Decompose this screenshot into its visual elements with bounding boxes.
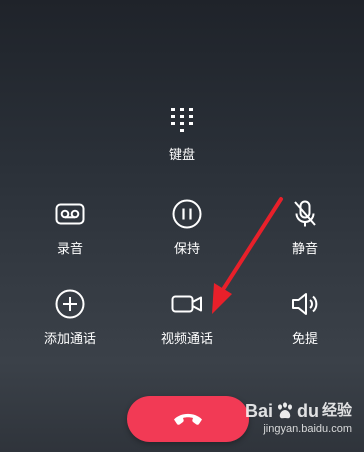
record-button[interactable]: 录音	[25, 196, 115, 258]
baidu-jingyan-watermark: Bai du 经验 jingyan.baidu.com	[202, 400, 352, 444]
watermark-brand-left: Bai	[244, 401, 273, 421]
baidu-paw-icon	[277, 402, 292, 419]
video-camera-icon	[169, 286, 205, 322]
call-screen: 键盘 录音 保持 静音 添加通话 视频通话 免提 Bai du 经验 jingy…	[0, 0, 364, 452]
keypad-label: 键盘	[168, 148, 195, 163]
add-call-label: 添加通话	[43, 332, 96, 347]
mute-button[interactable]: 静音	[260, 196, 350, 258]
watermark-url: jingyan.baidu.com	[263, 423, 352, 435]
hold-button[interactable]: 保持	[142, 196, 232, 258]
keypad-button[interactable]: 键盘	[137, 102, 227, 164]
dialpad-icon	[164, 102, 200, 138]
watermark-brand: Bai du 经验	[202, 400, 352, 422]
pause-icon	[169, 196, 205, 232]
speaker-icon	[287, 286, 323, 322]
voicemail-icon	[52, 196, 88, 232]
video-call-label: 视频通话	[160, 332, 213, 347]
hold-label: 保持	[173, 242, 200, 257]
watermark-brand-suffix: 经验	[321, 402, 352, 419]
mute-label: 静音	[291, 242, 318, 257]
phone-hangup-icon	[174, 413, 202, 425]
speaker-button[interactable]: 免提	[260, 286, 350, 348]
video-call-button[interactable]: 视频通话	[142, 286, 232, 348]
add-call-button[interactable]: 添加通话	[25, 286, 115, 348]
speaker-label: 免提	[291, 332, 318, 347]
watermark-brand-right: du	[296, 401, 319, 421]
plus-circle-icon	[52, 286, 88, 322]
record-label: 录音	[56, 242, 83, 257]
mic-off-icon	[287, 196, 323, 232]
